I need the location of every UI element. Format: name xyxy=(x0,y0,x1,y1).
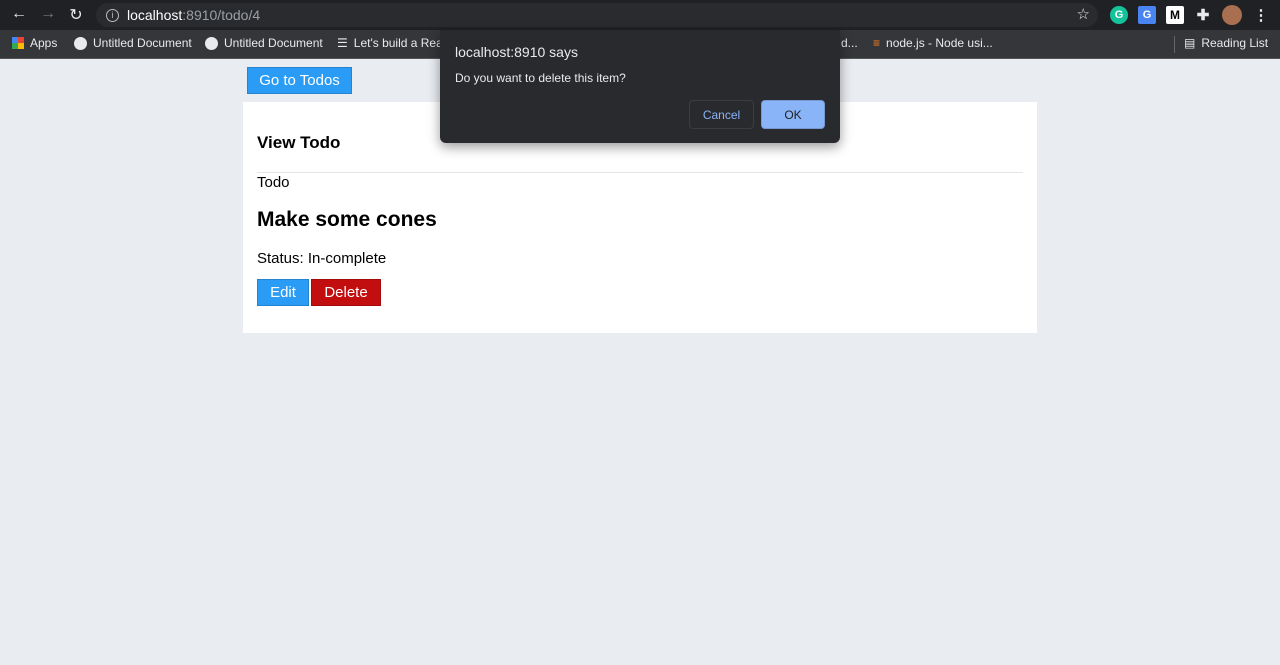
edit-button[interactable]: Edit xyxy=(257,279,309,306)
todo-title: Make some cones xyxy=(257,208,437,231)
go-to-todos-button[interactable]: Go to Todos xyxy=(247,67,352,94)
divider xyxy=(1174,36,1175,53)
delete-button[interactable]: Delete xyxy=(311,279,381,306)
reload-icon[interactable]: ↻ xyxy=(61,5,91,25)
browser-toolbar: ← → ↻ i localhost:8910/todo/4 ☆ G G M ✚ … xyxy=(0,0,1280,30)
globe-icon xyxy=(205,36,218,50)
reading-list-icon: ▤ xyxy=(1184,36,1196,50)
bookmark-star-icon[interactable]: ☆ xyxy=(1077,5,1090,23)
list-icon: ☰ xyxy=(337,36,348,50)
puzzle-icon[interactable]: ✚ xyxy=(1194,6,1212,24)
medium-icon[interactable]: M xyxy=(1166,6,1184,24)
bookmark-item[interactable]: ☰ Let's build a Rea xyxy=(337,36,443,50)
bookmark-item[interactable]: Untitled Document xyxy=(74,36,192,50)
info-icon[interactable]: i xyxy=(106,8,119,22)
menu-icon[interactable]: ⋮ xyxy=(1252,6,1270,24)
bookmark-item[interactable]: Untitled Document xyxy=(205,36,323,50)
address-bar[interactable]: i localhost:8910/todo/4 ☆ xyxy=(96,3,1098,27)
todo-status: Status: In-complete xyxy=(257,250,387,267)
grammarly-icon[interactable]: G xyxy=(1110,6,1128,24)
bookmark-item[interactable]: ≡ node.js - Node usi... xyxy=(873,36,993,50)
globe-icon xyxy=(74,36,87,50)
divider xyxy=(257,172,1023,173)
bookmark-apps[interactable]: Apps xyxy=(12,36,57,50)
todo-label: Todo xyxy=(257,174,290,191)
ok-button[interactable]: OK xyxy=(761,100,825,129)
page-heading: View Todo xyxy=(257,133,341,152)
cancel-button[interactable]: Cancel xyxy=(689,100,754,129)
dialog-message: Do you want to delete this item? xyxy=(455,71,626,85)
apps-grid-icon xyxy=(12,37,24,49)
reading-list-button[interactable]: ▤ Reading List xyxy=(1184,36,1268,50)
back-icon[interactable]: ← xyxy=(4,5,34,23)
confirm-dialog: localhost:8910 says Do you want to delet… xyxy=(440,30,840,143)
dialog-title: localhost:8910 says xyxy=(455,44,578,60)
forward-icon[interactable]: → xyxy=(33,5,63,23)
profile-avatar[interactable] xyxy=(1222,5,1242,25)
bookmark-item[interactable]: d... xyxy=(841,36,858,50)
google-translate-icon[interactable]: G xyxy=(1138,6,1156,24)
stackoverflow-icon: ≡ xyxy=(873,36,881,50)
